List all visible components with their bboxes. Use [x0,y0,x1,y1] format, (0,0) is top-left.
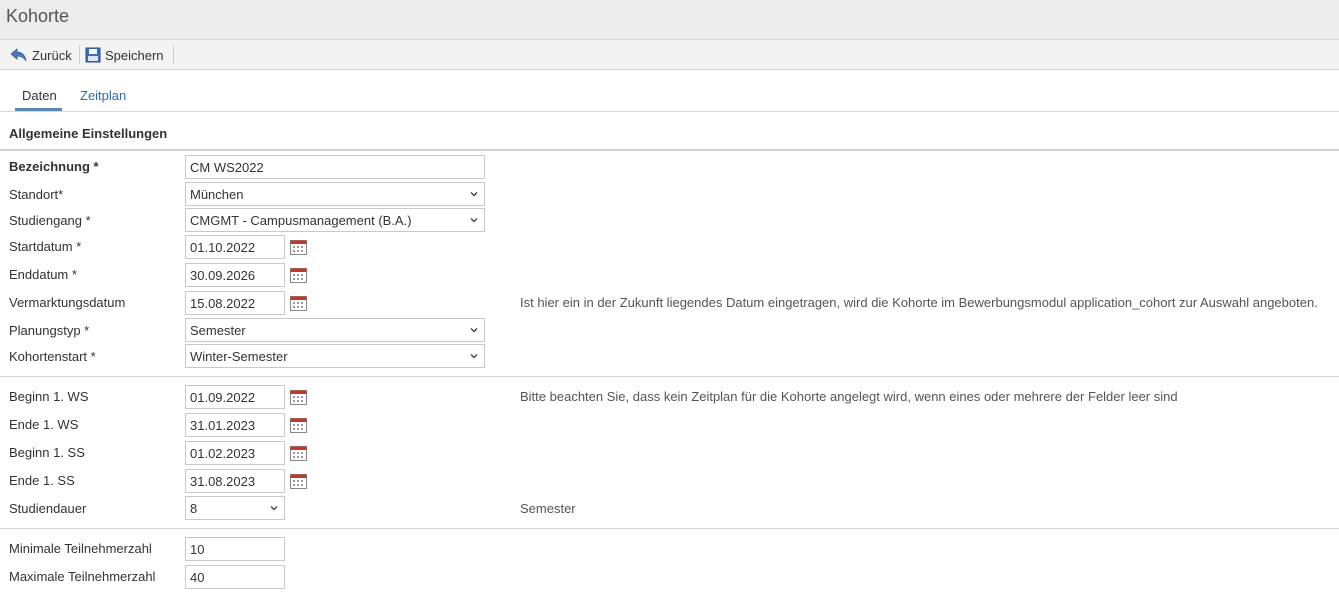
studiengang-value: CMGMT - Campusmanagement (B.A.) [190,212,412,228]
calendar-icon[interactable] [290,418,307,433]
max-teilnehmer-value: 40 [190,569,205,585]
tab-bar: Daten Zeitplan [0,70,1339,112]
bezeichnung-label: Bezeichnung * [9,159,99,174]
beginn-ss-value: 01.02.2023 [190,445,256,461]
enddatum-label: Enddatum * [9,267,77,282]
page-title: Kohorte [6,6,70,26]
ende-ws-value: 31.01.2023 [190,417,256,433]
group-divider [0,528,1339,529]
title-bar: Kohorte [0,0,1339,40]
toolbar: Zurück Speichern [0,40,1339,70]
section-divider [0,149,1339,151]
bezeichnung-input[interactable]: CM WS2022 [185,155,485,179]
ende-ws-input[interactable]: 31.01.2023 [185,413,285,437]
save-button[interactable]: Speichern [85,44,164,66]
tab-zeitplan[interactable]: Zeitplan [80,88,126,103]
standort-value: München [190,186,244,202]
planungstyp-value: Semester [190,322,246,338]
toolbar-separator [173,45,174,64]
studiendauer-value: 8 [190,500,198,516]
ende-ss-value: 31.08.2023 [190,473,256,489]
back-button[interactable]: Zurück [10,44,72,66]
chevron-down-icon [470,218,478,223]
startdatum-label: Startdatum * [9,239,82,254]
vermarktungsdatum-label: Vermarktungsdatum [9,295,126,310]
kohortenstart-select[interactable]: Winter-Semester [185,344,485,368]
calendar-icon[interactable] [290,474,307,489]
enddatum-input[interactable]: 30.09.2026 [185,263,285,287]
min-teilnehmer-value: 10 [190,541,205,557]
chevron-down-icon [470,192,478,197]
min-teilnehmer-label: Minimale Teilnehmerzahl [9,541,152,556]
beginn-ss-label: Beginn 1. SS [9,445,85,460]
back-arrow-icon [10,48,27,62]
chevron-down-icon [470,328,478,333]
enddatum-value: 30.09.2026 [190,267,256,283]
beginn-ws-input[interactable]: 01.09.2022 [185,385,285,409]
save-button-label: Speichern [105,47,164,63]
standort-label: Standort* [9,187,64,202]
min-teilnehmer-input[interactable]: 10 [185,537,285,561]
studiengang-select[interactable]: CMGMT - Campusmanagement (B.A.) [185,208,485,232]
zeitplan-hint: Bitte beachten Sie, dass kein Zeitplan f… [520,389,1178,404]
active-tab-indicator [15,108,62,111]
calendar-icon[interactable] [290,296,307,311]
section-title: Allgemeine Einstellungen [9,126,168,141]
chevron-down-icon [470,354,478,359]
toolbar-separator [79,45,80,64]
beginn-ws-value: 01.09.2022 [190,389,256,405]
standort-select[interactable]: München [185,182,485,206]
studiendauer-select[interactable]: 8 [185,496,285,520]
startdatum-input[interactable]: 01.10.2022 [185,235,285,259]
max-teilnehmer-input[interactable]: 40 [185,565,285,589]
beginn-ss-input[interactable]: 01.02.2023 [185,441,285,465]
ende-ws-label: Ende 1. WS [9,417,79,432]
studiendauer-label: Studiendauer [9,501,87,516]
calendar-icon[interactable] [290,240,307,255]
planungstyp-select[interactable]: Semester [185,318,485,342]
tab-daten[interactable]: Daten [22,88,57,103]
vermarktungsdatum-input[interactable]: 15.08.2022 [185,291,285,315]
calendar-icon[interactable] [290,446,307,461]
group-divider [0,376,1339,377]
studiendauer-unit: Semester [520,501,576,516]
ende-ss-label: Ende 1. SS [9,473,75,488]
floppy-disk-icon [85,47,101,63]
back-button-label: Zurück [32,47,72,63]
calendar-icon[interactable] [290,390,307,405]
vermarktungsdatum-hint: Ist hier ein in der Zukunft liegendes Da… [520,295,1318,310]
beginn-ws-label: Beginn 1. WS [9,389,89,404]
max-teilnehmer-label: Maximale Teilnehmerzahl [9,569,156,584]
studiengang-label: Studiengang * [9,213,91,228]
planungstyp-label: Planungstyp * [9,323,90,338]
kohortenstart-value: Winter-Semester [190,348,288,364]
bezeichnung-value: CM WS2022 [190,159,264,175]
kohortenstart-label: Kohortenstart * [9,349,96,364]
vermarktungsdatum-value: 15.08.2022 [190,295,256,311]
ende-ss-input[interactable]: 31.08.2023 [185,469,285,493]
calendar-icon[interactable] [290,268,307,283]
startdatum-value: 01.10.2022 [190,239,256,255]
chevron-down-icon [270,506,278,511]
